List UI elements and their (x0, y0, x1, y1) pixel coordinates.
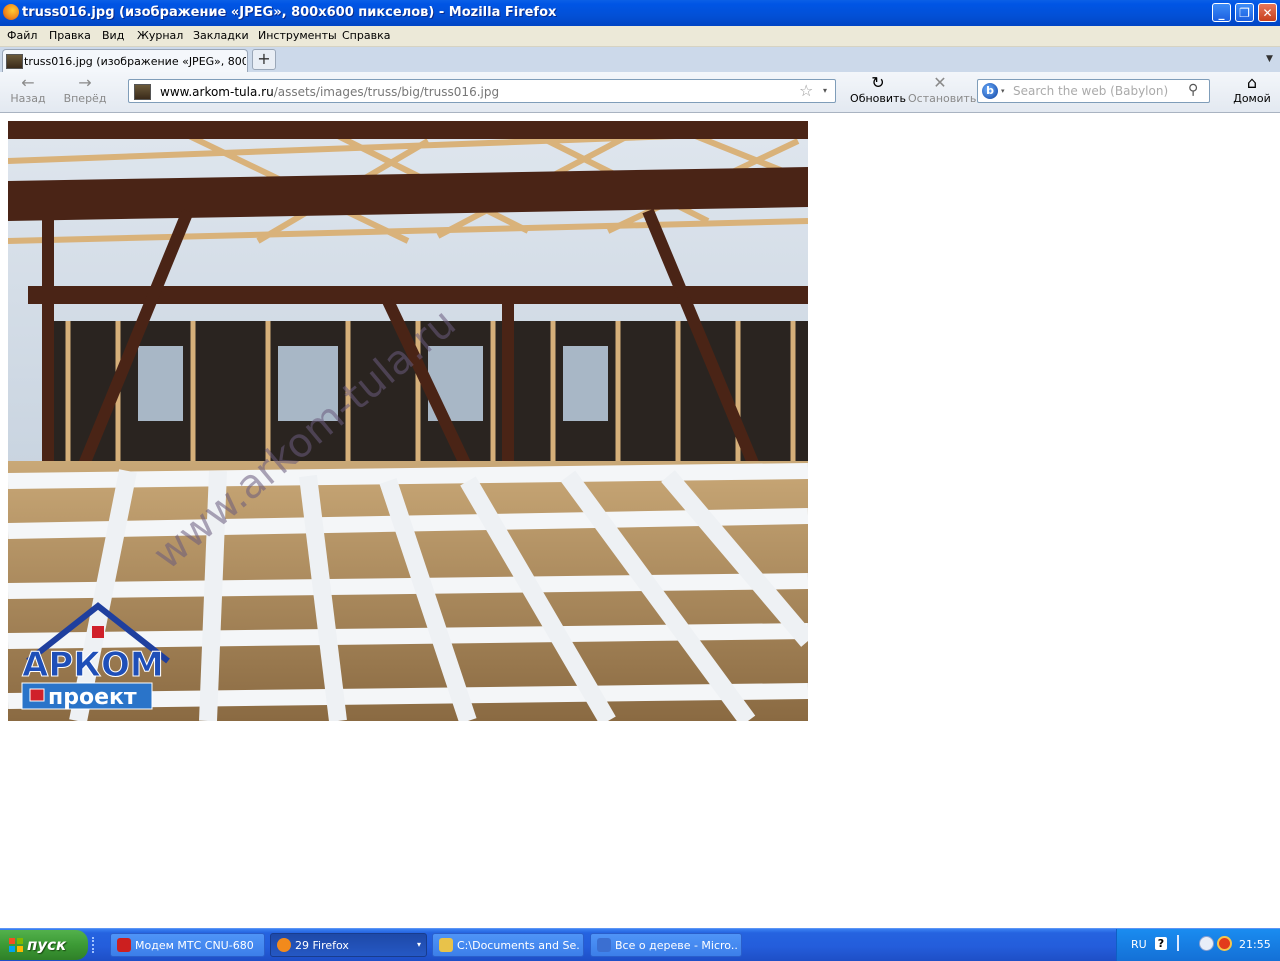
start-button[interactable]: пуск (0, 930, 88, 960)
history-dropdown-icon[interactable]: ▾ (823, 86, 827, 95)
stop-button[interactable]: ✕ Остановить (908, 73, 977, 110)
reload-button[interactable]: ↻ Обновить (848, 74, 908, 110)
stop-icon: ✕ (933, 73, 947, 92)
network-icon[interactable] (1177, 935, 1189, 951)
home-label: Домой (1233, 92, 1271, 105)
tab-truss016[interactable]: truss016.jpg (изображение «JPEG», 800x6.… (2, 49, 248, 72)
system-tray: RU ? 21:55 (1116, 929, 1280, 961)
home-button[interactable]: ⌂ Домой (1228, 74, 1276, 110)
menu-file[interactable]: Файл (7, 29, 37, 42)
maximize-button[interactable]: ❐ (1235, 3, 1254, 22)
tab-label: truss016.jpg (изображение «JPEG», 800x6.… (24, 55, 246, 68)
image-favicon-icon (6, 54, 23, 69)
windows-flag-icon (9, 938, 23, 952)
new-tab-button[interactable]: + (252, 49, 276, 70)
task-firefox-group[interactable]: 29 Firefox ▾ (270, 933, 427, 957)
url-host: www.arkom-tula.ru (160, 85, 274, 99)
close-button[interactable]: ✕ (1258, 3, 1277, 22)
menu-bar: Файл Правка Вид Журнал Закладки Инструме… (0, 26, 1280, 47)
back-arrow-icon: ← (21, 73, 35, 92)
menu-edit[interactable]: Правка (49, 29, 91, 42)
folder-icon (439, 938, 453, 952)
close-icon: ✕ (1262, 6, 1273, 20)
start-label: пуск (27, 936, 67, 954)
task-label: 29 Firefox (295, 939, 349, 952)
back-label: Назад (10, 92, 46, 105)
url-text[interactable]: www.arkom-tula.ru/assets/images/truss/bi… (160, 85, 499, 99)
menu-view[interactable]: Вид (102, 29, 124, 42)
menu-history[interactable]: Журнал (137, 29, 183, 42)
word-document-icon (597, 938, 611, 952)
task-word-document[interactable]: Все о дереве - Micro... (590, 933, 742, 957)
window-title: truss016.jpg (изображение «JPEG», 800x60… (22, 5, 557, 20)
reload-icon: ↻ (871, 73, 885, 92)
truss-photo: www.arkom-tula.ru АРКОМ проект (8, 121, 808, 721)
forward-arrow-icon: → (78, 73, 92, 92)
firefox-icon (3, 4, 19, 20)
url-path: /assets/images/truss/big/truss016.jpg (273, 85, 500, 99)
search-input[interactable] (1013, 84, 1181, 98)
displayed-image[interactable]: www.arkom-tula.ru АРКОМ проект (8, 121, 808, 721)
taskbar: пуск Модем МТС CNU-680 29 Firefox ▾ C:\D… (0, 928, 1280, 961)
task-explorer-folder[interactable]: C:\Documents and Se... (432, 933, 584, 957)
logo-bottom-text: проект (48, 685, 137, 710)
tab-list-arrow-icon[interactable]: ▼ (1266, 54, 1273, 64)
group-dropdown-icon: ▾ (416, 940, 421, 949)
window-title-bar[interactable]: truss016.jpg (изображение «JPEG», 800x60… (0, 0, 1280, 26)
stop-label: Остановить (908, 92, 977, 105)
search-engine-dropdown-icon[interactable]: ▾ (1001, 87, 1005, 95)
modem-app-icon (117, 938, 131, 952)
language-indicator[interactable]: RU (1131, 938, 1147, 951)
menu-tools[interactable]: Инструменты (258, 29, 337, 42)
task-mts-modem[interactable]: Модем МТС CNU-680 (110, 933, 265, 957)
help-icon[interactable]: ? (1155, 937, 1167, 950)
bookmark-star-icon[interactable]: ☆ (799, 81, 813, 100)
quick-launch-handle[interactable] (92, 937, 108, 953)
page-favicon-icon (134, 84, 151, 100)
address-bar[interactable]: www.arkom-tula.ru/assets/images/truss/bi… (128, 79, 836, 103)
search-go-icon[interactable]: ⚲ (1188, 82, 1198, 98)
clock[interactable]: 21:55 (1239, 938, 1271, 951)
home-icon: ⌂ (1246, 73, 1258, 92)
page-content: www.arkom-tula.ru АРКОМ проект (0, 113, 1280, 927)
tab-bar: truss016.jpg (изображение «JPEG», 800x6.… (0, 47, 1280, 73)
menu-bookmarks[interactable]: Закладки (193, 29, 249, 42)
minimize-icon: _ (1218, 6, 1225, 20)
reload-label: Обновить (850, 92, 906, 105)
back-button[interactable]: ← Назад (4, 74, 52, 110)
forward-button[interactable]: → Вперёд (58, 74, 112, 110)
forward-label: Вперёд (63, 92, 107, 105)
task-label: Модем МТС CNU-680 (135, 939, 254, 952)
minimize-button[interactable]: _ (1212, 3, 1231, 22)
search-bar: b ▾ ⚲ (977, 79, 1210, 103)
firefox-task-icon (277, 938, 291, 952)
task-label: C:\Documents and Se... (457, 939, 579, 952)
maximize-icon: ❐ (1239, 6, 1250, 20)
navigation-toolbar: ← Назад → Вперёд www.arkom-tula.ru/asset… (0, 72, 1280, 113)
opera-tray-icon[interactable] (1217, 936, 1232, 951)
logo-top-text: АРКОМ (22, 645, 164, 685)
collapse-tray-icon[interactable] (1199, 936, 1214, 951)
menu-help[interactable]: Справка (342, 29, 390, 42)
babylon-engine-icon[interactable]: b (982, 83, 998, 99)
task-label: Все о дереве - Micro... (615, 939, 737, 952)
